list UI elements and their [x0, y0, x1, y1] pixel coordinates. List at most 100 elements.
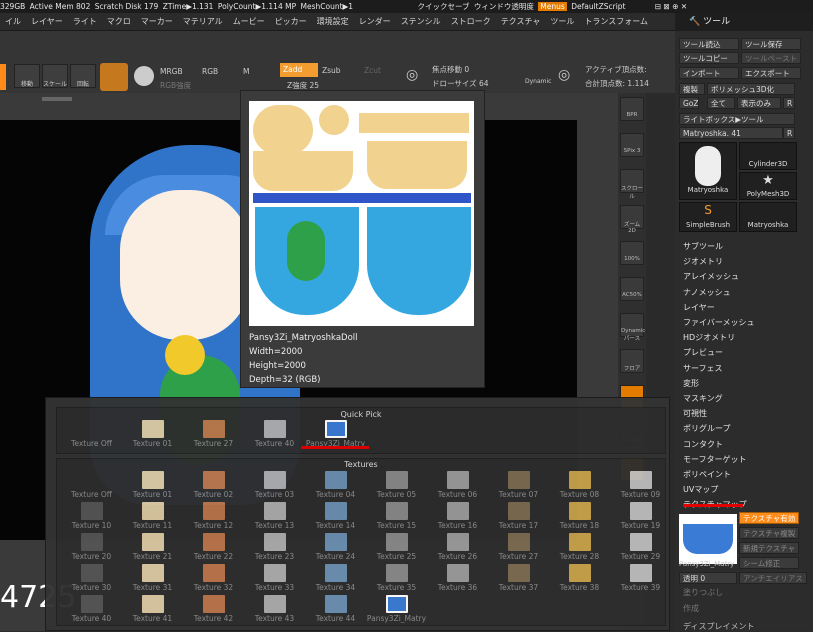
make-polymesh3d-button[interactable]: ポリメッシュ3D化 — [707, 83, 795, 95]
texture-item[interactable]: Texture 40 — [61, 595, 122, 625]
texture-item[interactable]: Texture 42 — [183, 595, 244, 625]
mrgb-button[interactable]: MRGB — [160, 67, 183, 76]
menu-item[interactable]: トランスフォーム — [579, 13, 653, 30]
texture-item[interactable]: Texture 25 — [366, 533, 427, 563]
shelf-button[interactable]: Dynamic パース — [620, 313, 645, 342]
texture-item[interactable]: Texture 39 — [610, 564, 671, 594]
texture-item[interactable]: Texture 03 — [244, 471, 305, 501]
all-button[interactable]: 全て — [707, 97, 735, 109]
menu-item[interactable]: レイヤー — [26, 13, 68, 30]
current-tool-slider[interactable]: Matryoshka. 41 — [679, 127, 783, 139]
zsub-button[interactable]: Zsub — [322, 66, 341, 75]
texture-item[interactable]: Texture 02 — [183, 471, 244, 501]
scale-button[interactable]: スケール — [42, 64, 68, 88]
color-sphere-icon[interactable] — [134, 66, 154, 86]
texture-item[interactable]: Texture 14 — [305, 502, 366, 532]
focal-shift-slider[interactable]: 焦点移動 0 — [432, 64, 469, 75]
subpalette-item[interactable]: ナノメッシュ — [683, 287, 731, 298]
shelf-button[interactable]: 100% — [620, 241, 644, 265]
rgb-intensity-slider[interactable]: RGB強度 — [160, 80, 191, 91]
texture-item[interactable]: Texture 05 — [366, 471, 427, 501]
clone-button[interactable]: 複製 — [679, 83, 705, 95]
menu-item[interactable]: ムービー — [228, 13, 270, 30]
texture-item[interactable]: Texture 20 — [61, 533, 122, 563]
m-button[interactable]: M — [243, 67, 249, 76]
move-button[interactable]: 移動 — [14, 64, 40, 88]
texture-item[interactable]: Texture 10 — [61, 502, 122, 532]
menus-button[interactable]: Menus — [538, 2, 567, 11]
texture-item[interactable]: Texture 44 — [305, 595, 366, 625]
create-button[interactable]: 作成 — [683, 603, 699, 614]
menu-item[interactable]: マテリアル — [178, 13, 228, 30]
quick-pick-item[interactable]: Texture 01 — [122, 420, 183, 450]
shelf-button[interactable]: スクロール — [620, 169, 644, 200]
texture-item[interactable]: Texture 24 — [305, 533, 366, 563]
menu-item[interactable]: ピッカー — [270, 13, 312, 30]
texture-item[interactable]: Texture 33 — [244, 564, 305, 594]
import-button[interactable]: インポート — [679, 67, 739, 79]
subpalette-item[interactable]: モーフターゲット — [683, 454, 747, 465]
texture-item[interactable]: Texture 18 — [549, 502, 610, 532]
clone-texture-button[interactable]: テクスチャ複製 — [739, 527, 799, 539]
texture-item[interactable]: Texture 13 — [244, 502, 305, 532]
lightbox-tool-button[interactable]: ライトボックス▶ツール — [679, 113, 795, 125]
visible-button[interactable]: 表示のみ — [737, 97, 781, 109]
texture-item[interactable]: Texture 06 — [427, 471, 488, 501]
menu-item[interactable]: ステンシル — [396, 13, 446, 30]
quick-pick-item[interactable]: Texture 27 — [183, 420, 244, 450]
shelf-button[interactable]: SPix 3 — [620, 133, 644, 157]
texture-item[interactable]: Texture 41 — [122, 595, 183, 625]
rgb-button[interactable]: RGB — [202, 67, 218, 76]
texture-item[interactable]: Texture 43 — [244, 595, 305, 625]
texture-item[interactable]: Texture 04 — [305, 471, 366, 501]
texture-item[interactable]: Texture 37 — [488, 564, 549, 594]
subpalette-item[interactable]: コンタクト — [683, 439, 723, 450]
texture-item[interactable]: Texture 23 — [244, 533, 305, 563]
quicksave-button[interactable]: クイックセーブ — [417, 2, 469, 11]
shelf-button[interactable]: AC50% — [620, 277, 644, 301]
transparency-slider[interactable]: 透明 0 — [679, 572, 737, 584]
shelf-button[interactable]: フロア — [620, 349, 644, 373]
subpalette-item[interactable]: ポリグループ — [683, 423, 731, 434]
menu-item[interactable]: マーカー — [136, 13, 178, 30]
subpalette-item[interactable]: プレビュー — [683, 347, 723, 358]
shelf-button[interactable]: ズーム2D — [620, 205, 644, 234]
menu-item[interactable]: マクロ — [102, 13, 136, 30]
displacement-map-item[interactable]: ディスプレイメント — [683, 621, 754, 632]
texture-item[interactable]: Texture 31 — [122, 564, 183, 594]
subpalette-item[interactable]: HDジオメトリ — [683, 332, 735, 343]
dynamic-button[interactable]: Dynamic — [525, 78, 551, 85]
texture-map-thumbnail[interactable] — [679, 514, 737, 564]
menu-item[interactable]: イル — [0, 13, 26, 30]
tool-thumb-matryoshka[interactable]: Matryoshka — [679, 142, 737, 200]
menu-item[interactable]: ツール — [545, 13, 579, 30]
texture-item[interactable]: Texture 15 — [366, 502, 427, 532]
texture-item[interactable]: Texture 36 — [427, 564, 488, 594]
texture-item[interactable]: Texture 21 — [122, 533, 183, 563]
fill-button[interactable]: 塗りつぶし — [683, 587, 723, 598]
menu-item[interactable]: レンダー — [354, 13, 396, 30]
material-icon[interactable] — [100, 63, 128, 91]
texture-item[interactable]: Texture Off — [61, 471, 122, 501]
texture-item[interactable]: Texture 01 — [122, 471, 183, 501]
texture-item[interactable]: Texture 08 — [549, 471, 610, 501]
subpalette-item[interactable]: ポリペイント — [683, 469, 731, 480]
subpalette-item[interactable]: ジオメトリ — [683, 256, 723, 267]
new-texture-button[interactable]: 新規テクスチャ — [739, 542, 799, 554]
texture-item[interactable]: Texture 34 — [305, 564, 366, 594]
subpalette-item[interactable]: アレイメッシュ — [683, 271, 739, 282]
subpalette-item[interactable]: サブツール — [683, 241, 723, 252]
tool-thumb-matryoshka-2[interactable]: Matryoshka — [739, 202, 797, 232]
texture-item[interactable]: Texture 27 — [488, 533, 549, 563]
zcut-button[interactable]: Zcut — [364, 66, 381, 75]
subpalette-item[interactable]: サーフェス — [683, 363, 723, 374]
tool-paste-button[interactable]: ツールペースト — [741, 52, 801, 64]
goz-button[interactable]: GoZ — [679, 97, 699, 109]
tool-thumb-polymesh3d[interactable]: ★ PolyMesh3D — [739, 172, 797, 200]
quick-pick-item[interactable]: Texture 40 — [244, 420, 305, 450]
subpalette-item[interactable]: 可視性 — [683, 408, 707, 419]
tool-thumb-simplebrush[interactable]: S SimpleBrush — [679, 202, 737, 232]
export-button[interactable]: エクスポート — [741, 67, 801, 79]
texture-item[interactable]: Texture 28 — [549, 533, 610, 563]
texture-item[interactable]: Texture 26 — [427, 533, 488, 563]
